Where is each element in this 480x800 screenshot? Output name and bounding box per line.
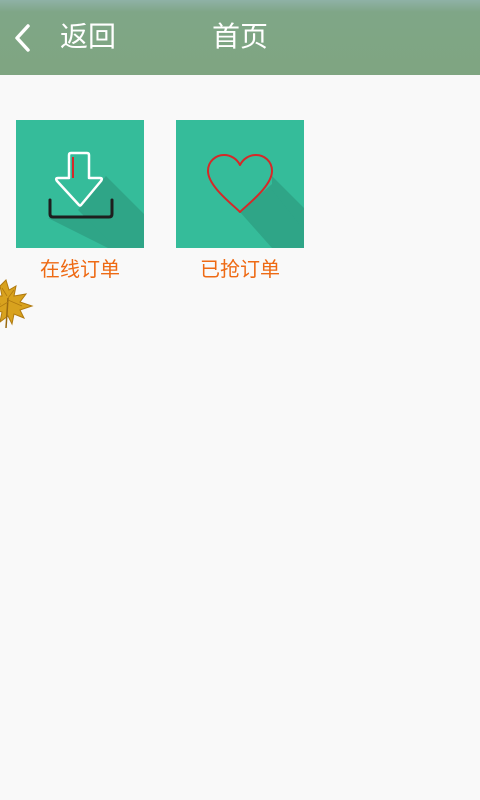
online-orders-icon-box[interactable] [16, 120, 144, 248]
grabbed-orders-label: 已抢订单 [200, 257, 280, 281]
download-icon [48, 151, 144, 248]
app-header: 返回 首页 [0, 0, 480, 75]
heart-icon [207, 154, 304, 248]
page-title: 首页 [211, 20, 268, 53]
grabbed-orders-icon-box[interactable] [176, 120, 304, 248]
grabbed-orders-tile[interactable]: 已抢订单 [176, 120, 304, 282]
maple-leaf-icon [0, 279, 34, 329]
online-orders-tile[interactable]: 在线订单 [16, 120, 144, 282]
